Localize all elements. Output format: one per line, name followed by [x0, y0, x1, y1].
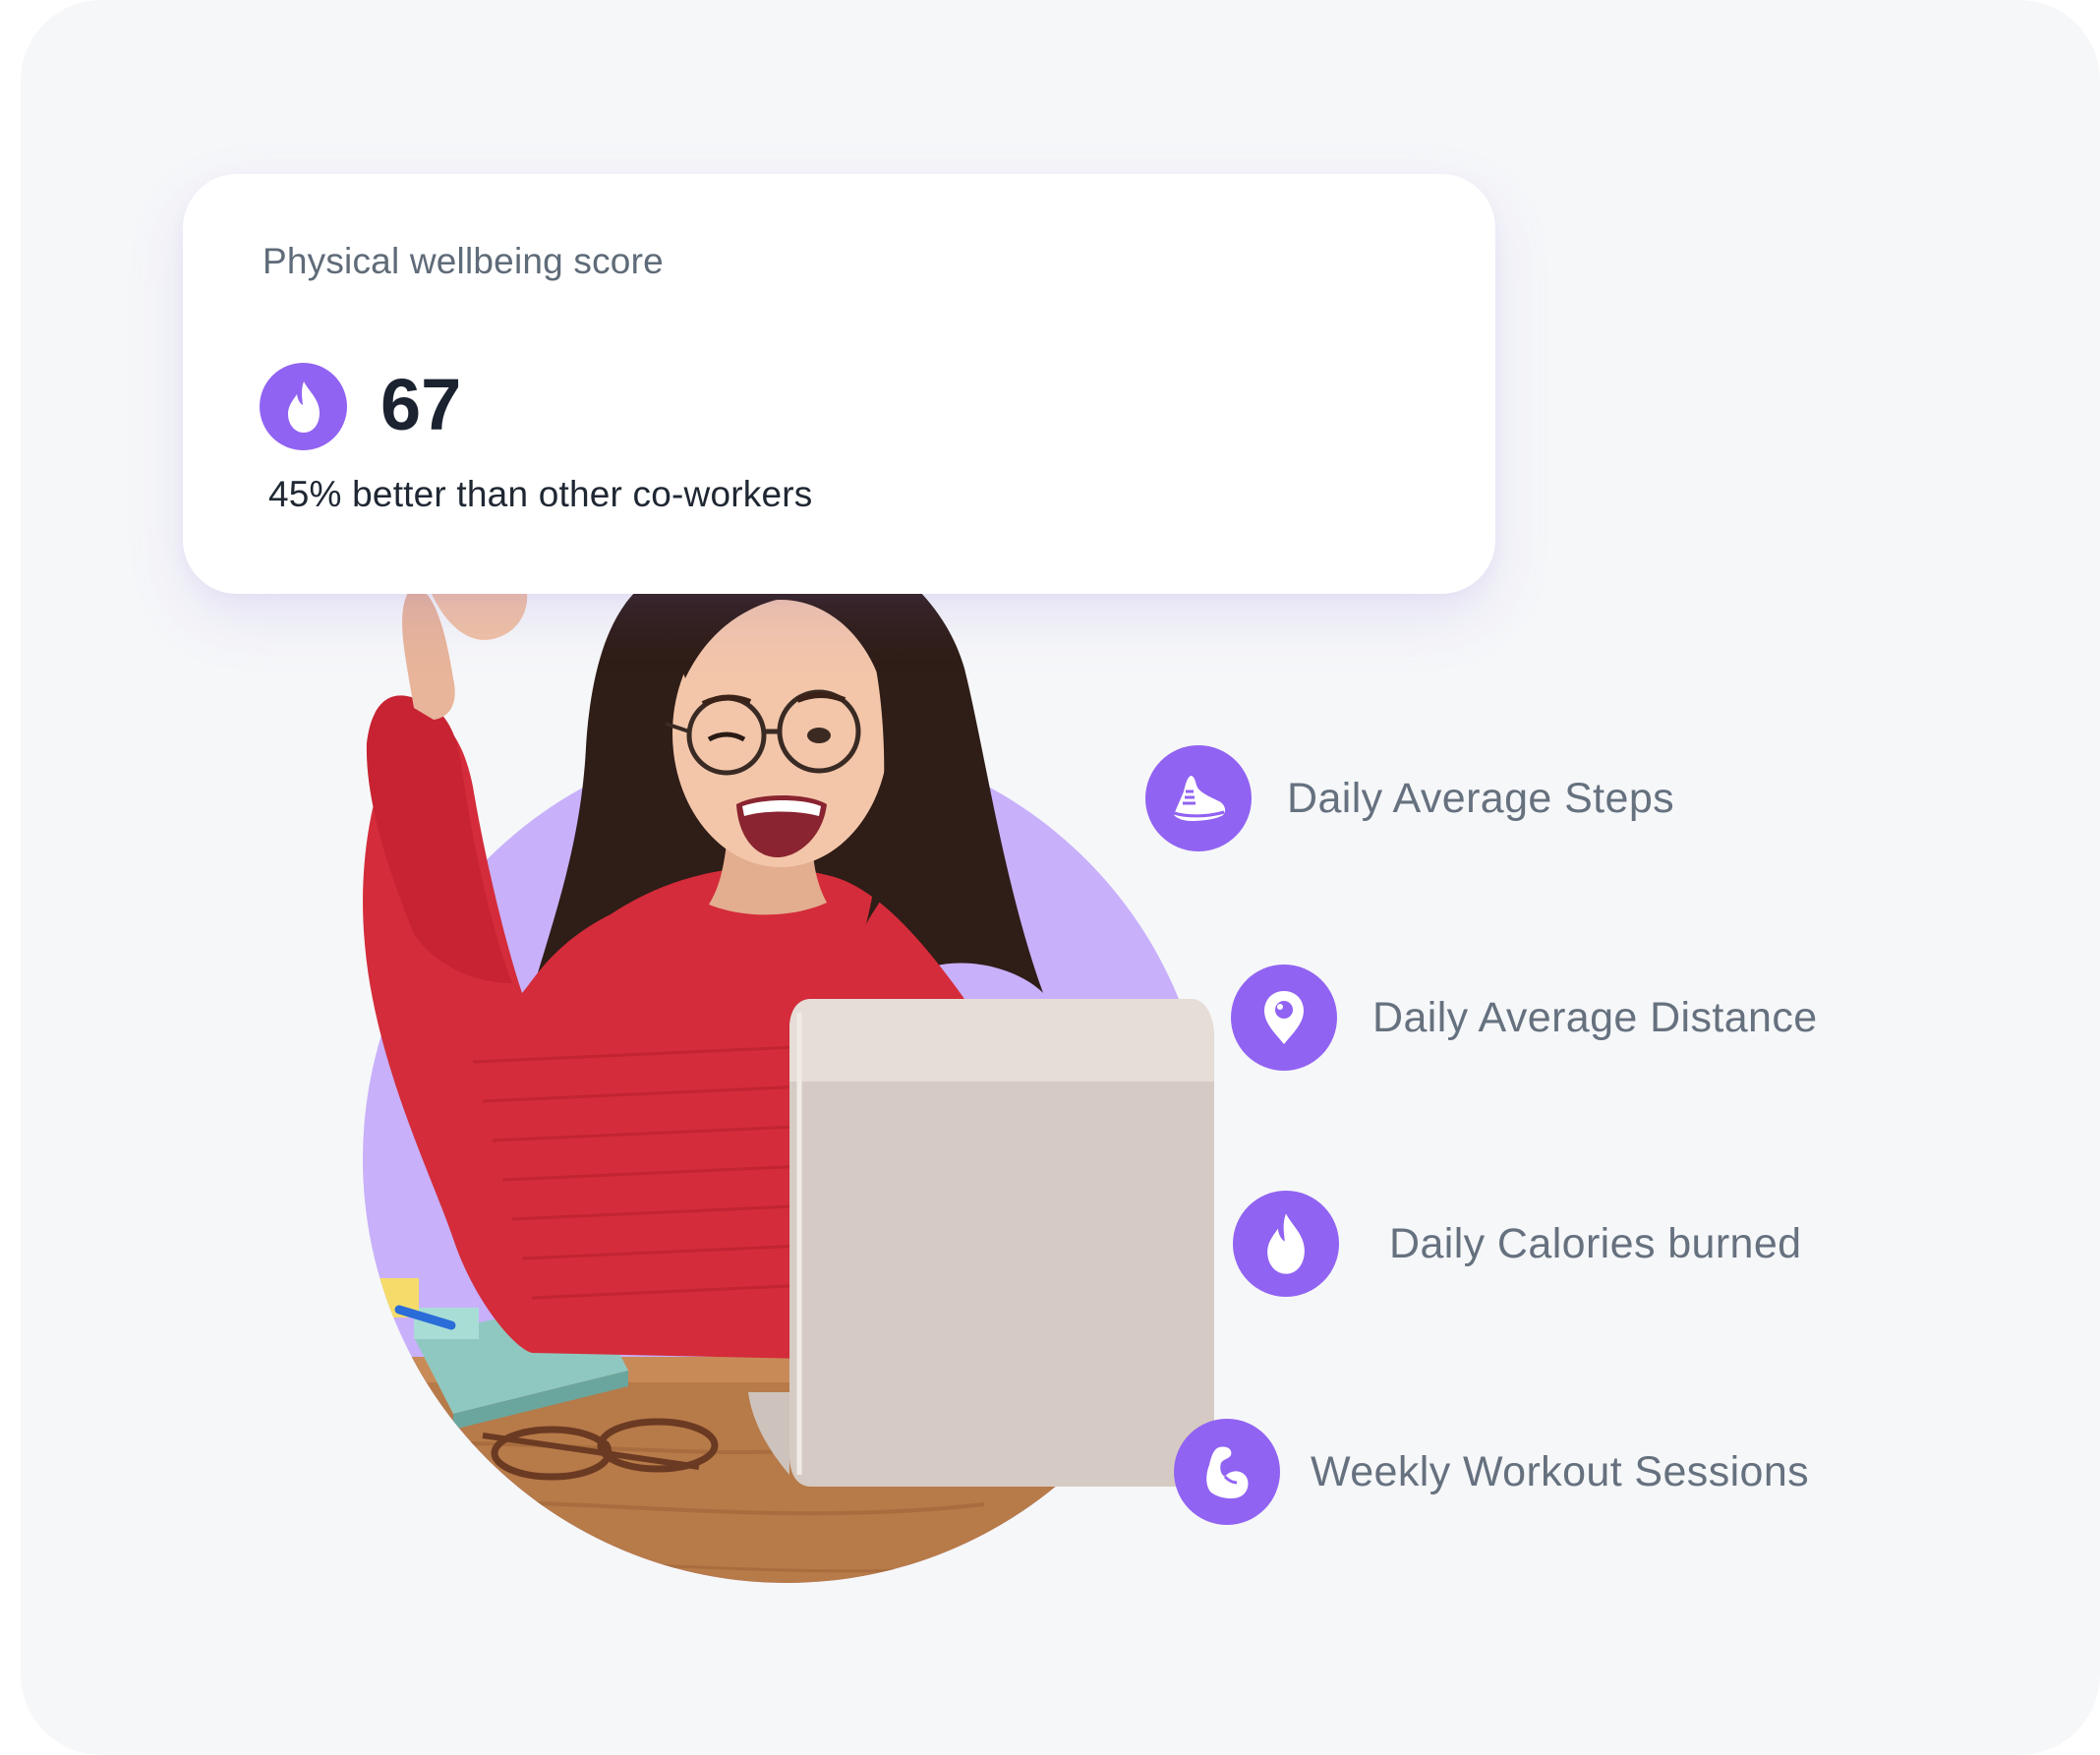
metric-daily-average-steps: Daily Average Steps: [1145, 745, 1674, 851]
metric-weekly-workout-sessions: Weekly Workout Sessions: [1174, 1419, 1809, 1525]
wellbeing-score-card: Physical wellbeing score 67 45% better t…: [183, 174, 1495, 594]
metric-label: Daily Average Distance: [1372, 993, 1818, 1041]
flame-icon: [260, 363, 347, 450]
flame-icon: [1233, 1191, 1339, 1297]
metric-label: Daily Calories burned: [1389, 1219, 1802, 1267]
background-panel: Physical wellbeing score 67 45% better t…: [21, 0, 2100, 1755]
sneaker-icon: [1145, 745, 1252, 851]
score-comparison-text: 45% better than other co-workers: [268, 474, 813, 514]
metric-label: Weekly Workout Sessions: [1311, 1447, 1810, 1495]
score-card-label: Physical wellbeing score: [262, 241, 664, 281]
metric-daily-calories-burned: Daily Calories burned: [1233, 1191, 1801, 1297]
flexed-arm-icon: [1174, 1419, 1280, 1525]
metric-daily-average-distance: Daily Average Distance: [1231, 965, 1818, 1071]
map-pin-icon: [1231, 965, 1337, 1071]
score-value: 67: [380, 364, 462, 445]
metric-label: Daily Average Steps: [1287, 774, 1675, 822]
